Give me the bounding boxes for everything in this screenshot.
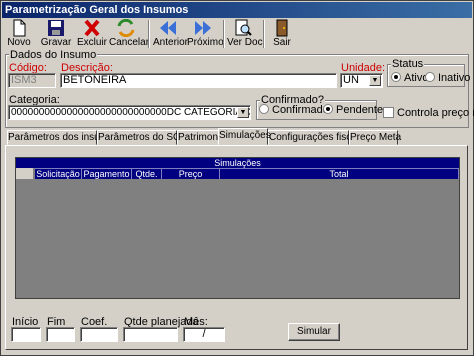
previous-button[interactable]: Anterior [153,19,189,49]
radio-empty-icon [425,72,435,82]
status-label: Status [391,58,425,70]
tab-patrimonio[interactable]: Patrimonio [177,130,226,145]
checkbox-icon [383,107,394,118]
window-title: Parametrização Geral dos Insumos [2,2,472,18]
main-window: Parametrização Geral dos Insumos Novo Gr… [0,0,474,356]
new-label: Novo [7,37,31,48]
cancel-button[interactable]: Cancelar [109,19,150,49]
unidade-value: UN [343,74,359,86]
tab-preco-meta[interactable]: Preço Meta [349,130,401,145]
column-header-pagamento[interactable]: Pagamento [82,168,132,179]
delete-label: Excluir [77,37,108,48]
view-document-label: Ver Doc. [227,37,266,48]
radio-empty-icon [259,104,269,114]
save-label: Gravar [40,37,72,48]
cancel-arrows-icon [117,19,135,37]
new-button[interactable]: Novo [5,19,33,49]
qtde-planejada-field[interactable] [123,327,178,342]
tab-simulacoes[interactable]: Simulações [218,128,271,145]
controla-preco-label: Controla preço meta [397,107,474,119]
chevron-down-icon[interactable]: ▼ [237,107,249,118]
exit-button[interactable]: Sair [269,19,295,49]
mes-field[interactable]: / [183,327,225,342]
toolbar: Novo Gravar Excluir Cancelar Anterior Pr… [3,19,471,49]
descricao-field[interactable]: BETONEIRA [60,73,337,88]
delete-button[interactable]: Excluir [77,19,107,49]
tab-parametros-sgq[interactable]: Parâmetros do SGQ [97,130,189,145]
toolbar-separator [223,20,225,48]
view-document-button[interactable]: Ver Doc. [227,19,266,49]
categoria-value: 0000000000000000000000000000DC CATEGORIA… [11,107,250,118]
document-magnifier-icon [235,19,252,36]
cancel-label: Cancelar [109,37,150,48]
column-header-qtde[interactable]: Qtde. [132,168,162,179]
new-document-icon [13,19,26,37]
confirmado-radio[interactable]: Confirmado [259,104,329,116]
simular-button[interactable]: Simular [288,323,340,341]
coef-field[interactable] [80,327,118,342]
next-button[interactable]: Próximo [187,19,224,49]
exit-label: Sair [273,37,291,48]
save-button[interactable]: Gravar [39,19,73,49]
pendente-radio[interactable]: Pendente [323,104,383,116]
simulacoes-grid[interactable]: Simulações Solicitação Pagamento Qtde. P… [15,157,460,299]
left-arrow-icon [160,21,176,35]
exit-door-icon [276,19,288,37]
controla-preco-checkbox[interactable]: Controla preço meta [383,107,474,119]
inicio-field[interactable] [11,327,41,342]
dados-insumo-label: Dados do Insumo [9,49,98,61]
column-header-preco[interactable]: Preço [162,168,220,179]
status-inativo-radio[interactable]: Inativo [425,72,470,84]
next-label: Próximo [187,37,224,48]
fim-field[interactable] [46,327,75,342]
toolbar-separator [148,20,150,48]
red-x-icon [84,19,100,37]
column-header-total[interactable]: Total [220,168,459,179]
tab-parametros-insumos[interactable]: Parâmetros dos insumos [7,130,119,145]
floppy-disk-icon [48,20,64,36]
grid-row-indicator [16,168,34,179]
previous-label: Anterior [153,37,189,48]
pendente-label: Pendente [336,104,384,116]
categoria-select[interactable]: 0000000000000000000000000000DC CATEGORIA… [8,105,251,120]
status-inativo-label: Inativo [438,72,471,84]
codigo-field[interactable]: ISM3 [8,73,56,88]
status-ativo-radio[interactable]: Ativo [391,72,428,84]
unidade-select[interactable]: UN ▼ [340,73,383,88]
chevron-down-icon[interactable]: ▼ [369,75,381,86]
confirmado-label: Confirmado [272,104,329,116]
simulacoes-panel: Simulações Solicitação Pagamento Qtde. P… [5,145,468,350]
radio-selected-icon [323,104,333,114]
column-header-solicitacao[interactable]: Solicitação [35,168,82,179]
toolbar-separator [263,20,265,48]
grid-caption: Simulações [16,158,459,168]
radio-selected-icon [391,72,401,82]
right-arrow-icon [195,21,211,35]
tab-configuracoes-fiscais[interactable]: Configurações fiscais [268,130,364,145]
